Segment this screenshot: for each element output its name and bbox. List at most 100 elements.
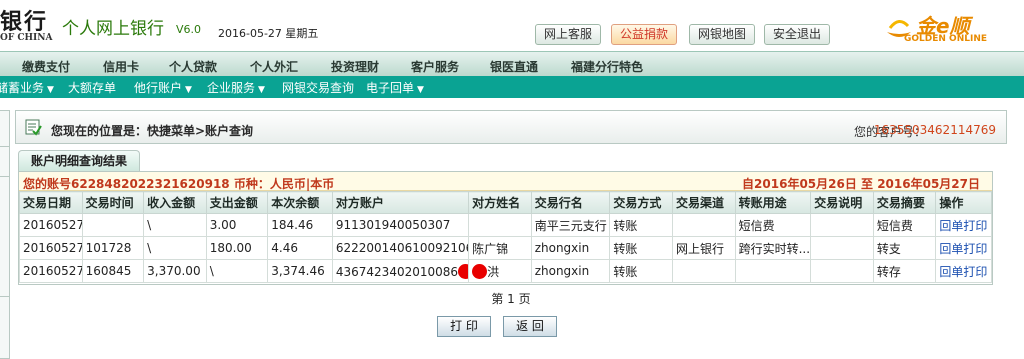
redaction-mark	[458, 263, 468, 279]
cell-description	[810, 259, 874, 283]
col-expense: 支出金额	[205, 191, 269, 214]
submenu-transaction-query[interactable]: 网银交易查询	[282, 79, 354, 96]
table-row: 20160527 160845 3,370.00 \ 3,374.46 4367…	[19, 259, 992, 283]
chevron-down-icon: ▼	[258, 85, 265, 95]
cell-method: 转账	[609, 213, 673, 237]
col-time: 交易时间	[81, 191, 145, 214]
col-action: 操作	[935, 191, 992, 214]
col-summary: 交易摘要	[872, 191, 937, 214]
bank-sub: OF CHINA	[0, 33, 53, 43]
cell-purpose: 跨行实时转...	[734, 236, 812, 260]
document-icon	[25, 119, 42, 136]
back-button[interactable]: 返 回	[503, 316, 557, 337]
primary-menu: 缴费支付 信用卡 个人贷款 个人外汇 投资理财 客户服务 银医直通 福建分行特色	[0, 51, 1024, 76]
cell-summary: 短信费	[872, 213, 937, 237]
golden-online-logo: 金e顺 GOLDEN ONLINE	[884, 8, 1024, 48]
cell-balance: 4.46	[267, 236, 333, 260]
submenu-other-bank-label: 他行账户	[134, 81, 183, 95]
col-date: 交易日期	[19, 191, 83, 214]
cell-income: \	[143, 236, 207, 260]
chevron-down-icon: ▼	[417, 85, 424, 95]
cell-summary: 转存	[872, 259, 937, 283]
cell-date: 20160527	[19, 259, 83, 283]
cell-counter-name	[468, 213, 532, 237]
charity-donation-button[interactable]: 公益捐款	[611, 24, 678, 45]
cell-bank-name: zhongxin	[530, 259, 611, 283]
cell-balance: 3,374.46	[267, 259, 333, 283]
redaction-mark	[472, 263, 488, 279]
table-row: 20160527 101728 \ 180.00 4.46 6222001406…	[19, 236, 992, 260]
cell-description	[810, 213, 874, 237]
submenu-e-receipt-label: 电子回单	[366, 81, 415, 95]
page-indicator: 第 1 页	[491, 292, 531, 306]
cell-summary: 转支	[872, 236, 937, 260]
menu-fujian-special[interactable]: 福建分行特色	[571, 58, 643, 75]
submenu-enterprise-service[interactable]: 企业服务 ▼	[207, 79, 265, 96]
app-version: V6.0	[176, 23, 202, 36]
cell-method: 转账	[609, 259, 673, 283]
col-counter-account: 对方账户	[331, 191, 470, 214]
menu-payment[interactable]: 缴费支付	[22, 58, 70, 75]
tab-account-detail-result[interactable]: 账户明细查询结果	[18, 150, 141, 171]
cell-channel	[672, 213, 736, 237]
menu-investment[interactable]: 投资理财	[331, 58, 379, 75]
col-channel: 交易渠道	[672, 191, 736, 214]
cell-counter-name: 洪	[468, 259, 532, 283]
cell-method: 转账	[609, 236, 673, 260]
cell-purpose: 短信费	[734, 213, 812, 237]
col-balance: 本次余额	[267, 191, 333, 214]
menu-customer-service[interactable]: 客户服务	[411, 58, 459, 75]
cell-balance: 184.46	[267, 213, 333, 237]
receipt-print-link[interactable]: 回单打印	[935, 236, 992, 260]
submenu-enterprise-label: 企业服务	[207, 81, 256, 95]
submenu-savings[interactable]: 储蓄业务 ▼	[0, 79, 54, 96]
result-panel: 您的账号6228482022321620918 币种：人民币|本币 自2016年…	[18, 171, 993, 285]
online-service-button[interactable]: 网上客服	[535, 24, 602, 45]
table-row: 20160527 \ 3.00 184.46 911301940050307 南…	[19, 213, 992, 237]
breadcrumb: 您现在的位置是：快捷菜单>账户查询	[51, 124, 254, 138]
main-content: 您现在的位置是：快捷菜单>账户查询 您的客户号： 163550346211476…	[15, 110, 1007, 359]
counter-name-value: 洪	[487, 264, 500, 279]
cell-expense: 180.00	[205, 236, 269, 260]
cell-date: 20160527	[19, 213, 83, 237]
account-info-bar: 您的账号6228482022321620918 币种：人民币|本币 自2016年…	[19, 172, 992, 191]
submenu-e-receipt[interactable]: 电子回单 ▼	[366, 79, 424, 96]
header: 银行 OF CHINA 个人网上银行 V6.0 2016-05-27 星期五 网…	[0, 0, 1024, 51]
logo-sub: GOLDEN ONLINE	[904, 34, 988, 44]
receipt-print-link[interactable]: 回单打印	[935, 213, 992, 237]
menu-credit-card[interactable]: 信用卡	[103, 58, 139, 75]
cell-counter-account: 911301940050307	[331, 213, 470, 237]
col-income: 收入金额	[143, 191, 207, 214]
left-panel-divider	[0, 146, 10, 147]
print-button[interactable]: 打 印	[437, 316, 491, 337]
date-range: 自2016年05月26日 至 2016年05月27日	[742, 177, 980, 191]
cell-description	[810, 236, 874, 260]
safe-exit-button[interactable]: 安全退出	[764, 24, 831, 45]
receipt-print-link[interactable]: 回单打印	[935, 259, 992, 283]
submenu-large-deposit[interactable]: 大额存单	[68, 79, 116, 96]
account-info: 您的账号6228482022321620918 币种：人民币|本币	[23, 177, 335, 191]
cell-channel	[672, 259, 736, 283]
col-description: 交易说明	[810, 191, 874, 214]
left-panel-divider	[0, 176, 10, 177]
cell-purpose	[734, 259, 812, 283]
counter-account-value: 4367423402010086	[335, 264, 459, 279]
col-purpose: 转账用途	[734, 191, 812, 214]
left-collapsed-panel[interactable]	[0, 110, 10, 359]
transaction-table: 交易日期 交易时间 收入金额 支出金额 本次余额 对方账户 对方姓名 交易行名 …	[19, 191, 992, 283]
col-bank-name: 交易行名	[530, 191, 611, 214]
col-method: 交易方式	[609, 191, 673, 214]
chevron-down-icon: ▼	[47, 85, 54, 95]
menu-personal-forex[interactable]: 个人外汇	[250, 58, 298, 75]
branch-map-button[interactable]: 网银地图	[689, 24, 756, 45]
chevron-down-icon: ▼	[185, 85, 192, 95]
col-counter-name: 对方姓名	[468, 191, 532, 214]
cell-counter-name: 陈广锦	[468, 236, 532, 260]
cell-time: 160845	[81, 259, 145, 283]
submenu-other-bank-account[interactable]: 他行账户 ▼	[134, 79, 192, 96]
menu-bank-hospital[interactable]: 银医直通	[490, 58, 538, 75]
bank-name: 银行	[0, 10, 49, 35]
cell-expense: 3.00	[205, 213, 269, 237]
menu-personal-loan[interactable]: 个人贷款	[169, 58, 217, 75]
table-header-row: 交易日期 交易时间 收入金额 支出金额 本次余额 对方账户 对方姓名 交易行名 …	[19, 191, 992, 214]
